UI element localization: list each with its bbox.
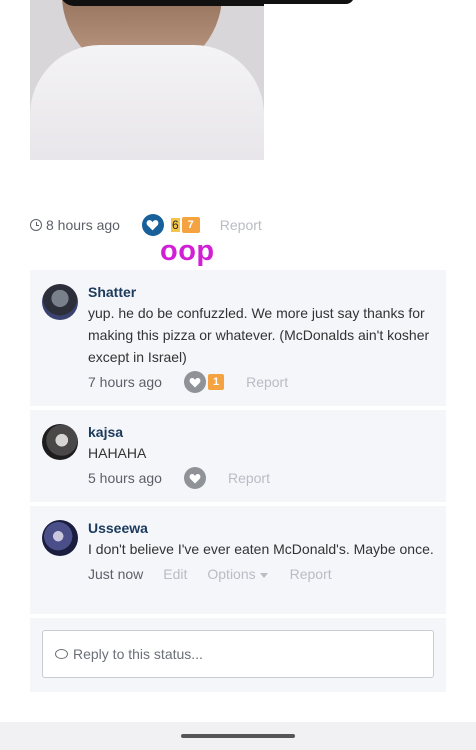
comment-meta: 5 hours ago Report bbox=[88, 466, 434, 490]
like-button[interactable] bbox=[183, 371, 206, 393]
post-timestamp[interactable]: 8 hours ago bbox=[46, 217, 120, 233]
comment-item: Usseewa I don't believe I've ever eaten … bbox=[30, 506, 446, 614]
reaction-count-badge[interactable]: 1 bbox=[207, 374, 225, 390]
comment-meta: Just now Edit Options Report bbox=[88, 562, 434, 586]
avatar[interactable] bbox=[42, 284, 78, 320]
heart-icon bbox=[147, 220, 159, 231]
options-menu[interactable]: Options bbox=[207, 566, 268, 582]
reaction-count-old: 6 bbox=[170, 218, 180, 232]
heart-icon bbox=[189, 377, 201, 387]
comment-text: yup. he do be confuzzled. We more just s… bbox=[88, 305, 430, 365]
comment-text: HAHAHA bbox=[88, 445, 147, 461]
comment-item: Shatter yup. he do be confuzzled. We mor… bbox=[30, 270, 446, 406]
system-nav-bar bbox=[0, 722, 476, 750]
image-phone-edge bbox=[60, 0, 264, 6]
reply-input[interactable]: Reply to this status... bbox=[42, 630, 434, 678]
post-report-link[interactable]: Report bbox=[220, 217, 262, 233]
reply-section: Reply to this status... bbox=[30, 618, 446, 692]
home-gesture-handle[interactable] bbox=[181, 734, 295, 738]
post-meta-row: 8 hours ago 6 7 Report bbox=[30, 213, 450, 237]
edit-link[interactable]: Edit bbox=[163, 566, 187, 582]
clock-icon bbox=[30, 219, 42, 231]
comment-timestamp[interactable]: Just now bbox=[88, 566, 143, 582]
comment-author[interactable]: Shatter bbox=[88, 284, 434, 300]
reply-placeholder: Reply to this status... bbox=[73, 646, 203, 662]
caret-down-icon bbox=[259, 572, 268, 578]
options-label: Options bbox=[207, 566, 256, 582]
reaction-count-badge[interactable]: 7 bbox=[181, 217, 200, 233]
image-shirt-area bbox=[30, 45, 264, 160]
speech-bubble-icon bbox=[55, 649, 68, 659]
comment-author[interactable]: Usseewa bbox=[88, 520, 434, 536]
like-button[interactable] bbox=[141, 214, 164, 236]
comment-meta: 7 hours ago 1 Report bbox=[88, 370, 434, 394]
post-image[interactable] bbox=[30, 0, 264, 160]
comment-timestamp[interactable]: 7 hours ago bbox=[88, 374, 162, 390]
comment-text: I don't believe I've ever eaten McDonald… bbox=[88, 541, 434, 557]
comment-report-link[interactable]: Report bbox=[246, 374, 288, 390]
comment-author[interactable]: kajsa bbox=[88, 424, 434, 440]
comment-timestamp[interactable]: 5 hours ago bbox=[88, 470, 162, 486]
comment-item: kajsa HAHAHA 5 hours ago Report bbox=[30, 410, 446, 502]
like-button[interactable] bbox=[183, 467, 206, 489]
comment-report-link[interactable]: Report bbox=[290, 566, 332, 582]
heart-icon bbox=[189, 473, 201, 483]
avatar[interactable] bbox=[42, 520, 78, 556]
avatar[interactable] bbox=[42, 424, 78, 460]
overlay-caption: oop bbox=[160, 235, 215, 267]
comment-list: Shatter yup. he do be confuzzled. We mor… bbox=[30, 270, 446, 692]
comment-report-link[interactable]: Report bbox=[228, 470, 270, 486]
image-phone-edge-ext bbox=[264, 0, 354, 4]
